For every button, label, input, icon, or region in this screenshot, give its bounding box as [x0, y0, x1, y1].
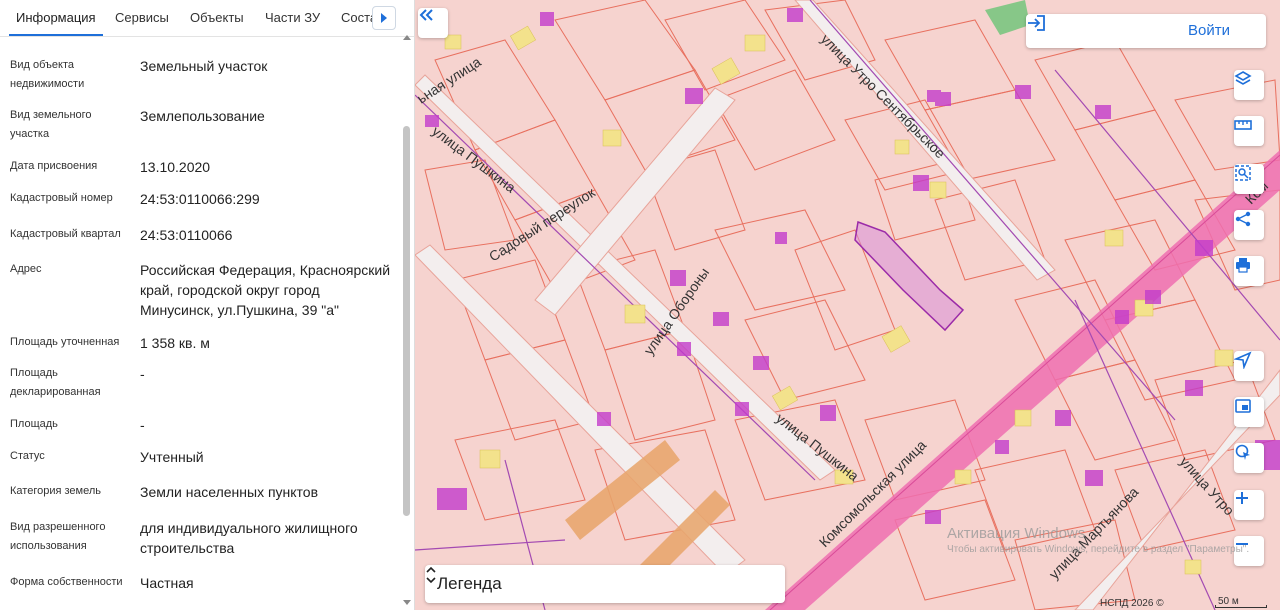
property-value: для индивидуального жилищного строительс… — [140, 520, 358, 556]
select-area-button[interactable] — [1234, 164, 1264, 194]
property-label: Площадь декларированная — [10, 367, 101, 398]
login-button[interactable]: Войти — [1026, 14, 1266, 48]
print-icon — [1236, 258, 1250, 273]
property-value: 13.10.2020 — [140, 159, 211, 175]
minimap-icon — [1235, 399, 1251, 413]
geolocate-icon — [1235, 444, 1250, 460]
property-value: Землепользование — [140, 108, 265, 124]
login-label: Войти — [1188, 22, 1230, 39]
property-label: Статус — [10, 450, 45, 462]
property-label: Вид земельного участка — [10, 109, 92, 140]
property-label: Дата присвоения — [10, 160, 98, 172]
property-value: Российская Федерация, Красноярский край,… — [140, 262, 391, 318]
ruler-button[interactable] — [1234, 116, 1264, 146]
watermark-subtitle: Чтобы активировать Windows, перейдите в … — [947, 544, 1250, 555]
scroll-up-arrow-icon[interactable] — [403, 35, 411, 40]
zoom-in-button[interactable] — [1234, 490, 1264, 520]
geolocate-button[interactable] — [1234, 443, 1264, 473]
tab-land-parts[interactable]: Части ЗУ — [265, 0, 320, 36]
property-label: Вид объекта недвижимости — [10, 59, 85, 90]
share-icon — [1235, 211, 1251, 227]
property-value: - — [140, 366, 145, 382]
navigation-arrow-icon — [1234, 351, 1252, 369]
cadastral-number-value[interactable]: 24:53:0110066:299 — [140, 189, 395, 209]
scrollbar-thumb[interactable] — [403, 126, 410, 516]
scroll-down-arrow-icon[interactable] — [403, 600, 411, 605]
legend-label: Легенда — [437, 574, 502, 593]
locate-button[interactable] — [1234, 351, 1264, 381]
property-label: Вид разрешенного использования — [10, 521, 106, 552]
property-label: Адрес — [10, 263, 42, 275]
property-label: Площадь — [10, 418, 58, 430]
property-value: Учтенный — [140, 449, 204, 465]
ruler-icon — [1234, 120, 1252, 130]
property-label: Категория земель — [10, 485, 101, 497]
property-label: Кадастровый номер — [10, 192, 113, 204]
layers-icon — [1234, 71, 1252, 85]
login-icon — [1028, 15, 1045, 31]
tab-information[interactable]: Информация — [9, 0, 103, 36]
property-label: Форма собственности — [10, 576, 123, 588]
legend-dropdown[interactable]: Легенда — [425, 565, 785, 603]
print-button[interactable] — [1234, 256, 1264, 286]
property-value: Частная — [140, 575, 194, 591]
property-value: - — [140, 417, 145, 433]
property-label: Кадастровый квартал — [10, 228, 121, 240]
minimap-button[interactable] — [1234, 397, 1264, 427]
tab-services[interactable]: Сервисы — [115, 0, 169, 36]
property-label: Площадь уточненная — [10, 336, 120, 348]
windows-activation-watermark: Активация Windows Чтобы активировать Win… — [947, 525, 1277, 556]
cadastral-map[interactable]: ьная улица улица Пушкина Садовый переуло… — [415, 0, 1280, 610]
chevron-up-down-icon — [426, 566, 436, 584]
property-value: Земельный участок — [140, 58, 268, 74]
zoom-in-icon — [1236, 492, 1248, 504]
collapse-panel-button[interactable] — [418, 8, 448, 38]
watermark-title: Активация Windows — [947, 525, 1086, 542]
tab-bar: Информация Сервисы Объекты Части ЗУ Сост… — [0, 0, 414, 37]
layers-button[interactable] — [1234, 70, 1264, 100]
info-panel: Информация Сервисы Объекты Части ЗУ Сост… — [0, 0, 415, 610]
scale-bar — [1215, 605, 1267, 608]
select-area-icon — [1235, 165, 1251, 181]
double-chevron-left-icon — [419, 9, 433, 21]
chevron-right-icon — [381, 13, 387, 23]
map-canvas[interactable]: ьная улица улица Пушкина Садовый переуло… — [415, 0, 1280, 610]
property-value: 1 358 кв. м — [140, 335, 210, 351]
tab-objects[interactable]: Объекты — [190, 0, 244, 36]
share-button[interactable] — [1234, 210, 1264, 240]
cadastral-quarter-value[interactable]: 24:53:0110066 — [140, 225, 395, 245]
copyright-text: НСПД 2026 © — [1100, 598, 1164, 609]
tabs-scroll-right-button[interactable] — [372, 6, 396, 30]
property-value: Земли населенных пунктов — [140, 484, 319, 500]
